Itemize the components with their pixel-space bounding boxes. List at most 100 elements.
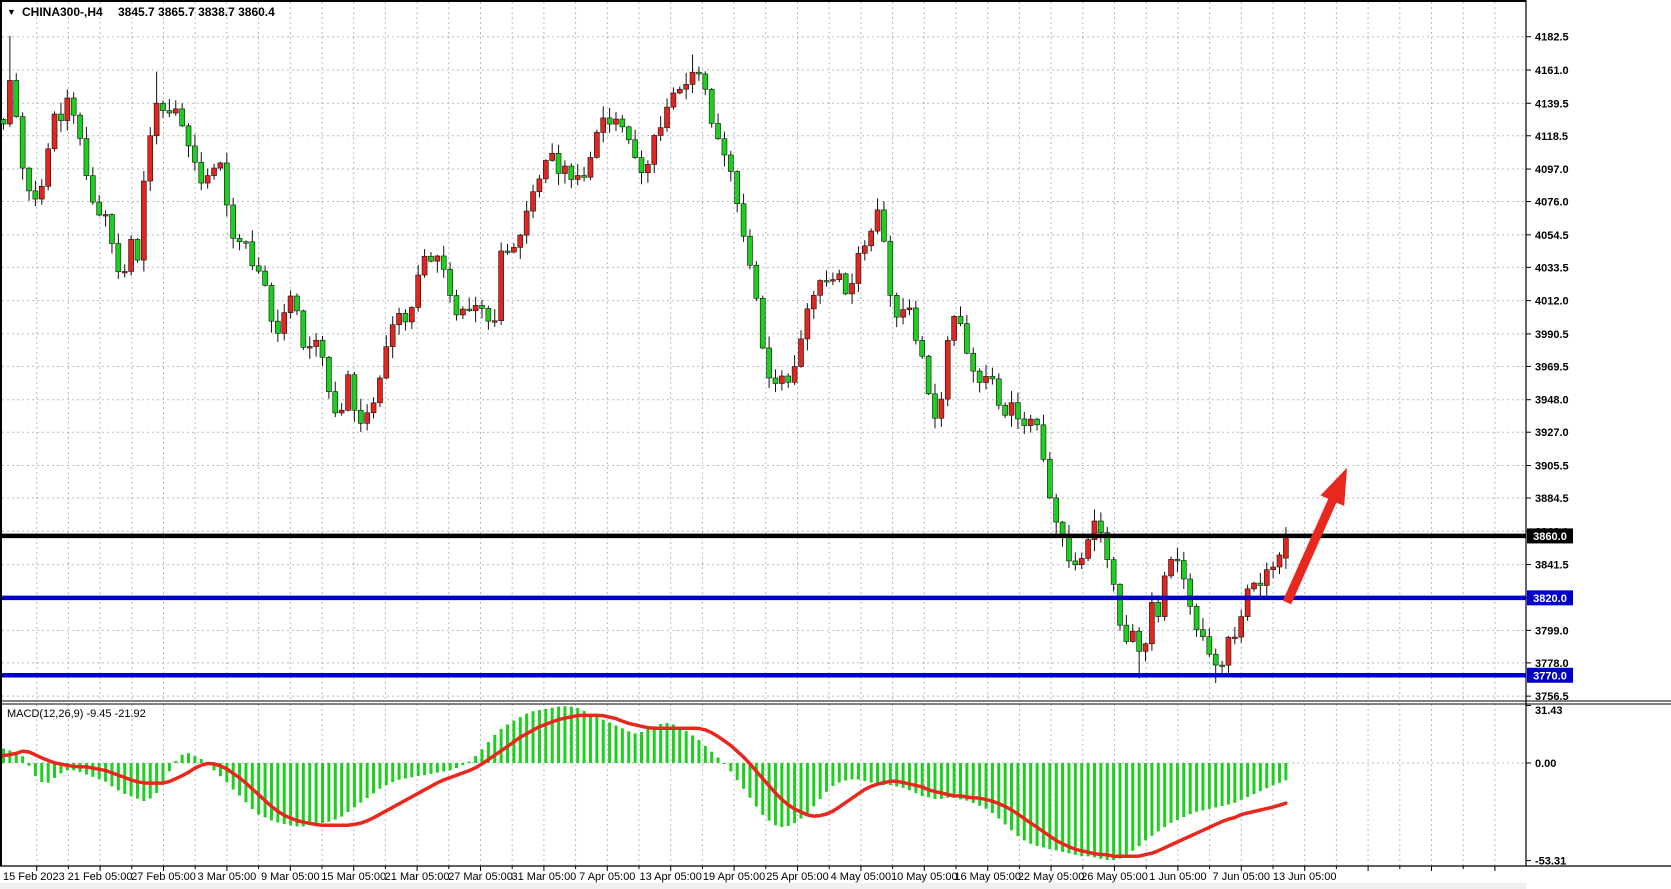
time-tick-label: 1 Jun 05:00 <box>1149 871 1207 883</box>
bear-candle-body <box>90 176 95 202</box>
macd-histogram-bar <box>257 763 260 815</box>
macd-histogram-bar <box>1214 763 1217 807</box>
bear-candle-body <box>977 371 982 382</box>
macd-histogram-bar <box>1131 763 1134 851</box>
bear-candle-body <box>1066 537 1071 561</box>
bear-candle-body <box>709 89 714 123</box>
macd-histogram-bar <box>640 732 643 763</box>
macd-histogram-bar <box>410 763 413 777</box>
bull-candle-body <box>339 410 344 413</box>
bull-candle-body <box>282 313 287 334</box>
macd-histogram-bar <box>717 758 720 763</box>
macd-histogram-bar <box>468 762 471 763</box>
bull-candle-body <box>531 192 536 211</box>
bull-candle-body <box>805 309 810 339</box>
time-tick-label: 22 May 05:00 <box>1018 871 1085 883</box>
macd-histogram-bar <box>914 763 917 793</box>
bear-candle-body <box>1073 561 1078 565</box>
macd-histogram-bar <box>149 763 152 799</box>
bull-candle-body <box>1245 589 1250 617</box>
macd-histogram-bar <box>404 763 407 778</box>
bear-candle-body <box>1137 631 1142 651</box>
bear-candle-body <box>1213 654 1218 665</box>
bear-candle-body <box>1220 665 1225 667</box>
macd-histogram-bar <box>1029 763 1032 844</box>
bull-candle-body <box>307 347 312 349</box>
time-tick-label: 7 Jun 05:00 <box>1213 871 1271 883</box>
macd-histogram-bar <box>780 763 783 827</box>
bear-candle-body <box>358 410 363 423</box>
macd-histogram-bar <box>417 763 420 776</box>
macd-histogram-bar <box>608 723 611 763</box>
time-tick-label: 25 Apr 05:00 <box>766 871 828 883</box>
bear-candle-body <box>275 321 280 333</box>
macd-histogram-bar <box>876 763 879 784</box>
time-tick-label: 9 Mar 05:00 <box>261 871 320 883</box>
bull-candle-body <box>875 210 880 231</box>
price-tick-label: 3948.0 <box>1535 395 1569 407</box>
time-tick-label: 7 Apr 05:00 <box>579 871 635 883</box>
bull-candle-body <box>1086 540 1091 559</box>
bull-candle-body <box>473 305 478 310</box>
bear-candle-body <box>722 139 727 155</box>
price-tick-label: 4118.5 <box>1535 131 1568 143</box>
macd-histogram-bar <box>461 763 464 765</box>
bear-candle-body <box>27 168 32 191</box>
macd-histogram-bar <box>793 763 796 823</box>
macd-histogram-bar <box>812 763 815 806</box>
bull-candle-body <box>665 107 670 128</box>
bear-candle-body <box>1156 602 1161 616</box>
bull-candle-body <box>537 179 542 192</box>
bear-candle-body <box>735 171 740 203</box>
bear-candle-body <box>1258 583 1263 585</box>
bear-candle-body <box>454 296 459 315</box>
macd-histogram-bar <box>28 763 31 766</box>
bull-candle-body <box>1130 631 1135 641</box>
macd-histogram-bar <box>563 706 566 763</box>
macd-histogram-bar <box>1233 763 1236 803</box>
macd-histogram-bar <box>21 756 24 763</box>
bear-candle-body <box>135 239 140 260</box>
macd-histogram-bar <box>1208 763 1211 809</box>
bear-candle-body <box>620 119 625 127</box>
bull-candle-body <box>371 403 376 413</box>
bull-candle-body <box>1169 559 1174 576</box>
bull-candle-body <box>365 413 370 424</box>
bull-candle-body <box>148 136 153 181</box>
macd-histogram-bar <box>162 763 165 781</box>
bull-candle-body <box>837 274 842 280</box>
symbol-dropdown-icon[interactable]: ▼ <box>7 7 16 17</box>
bear-candle-body <box>881 210 886 241</box>
macd-histogram-bar <box>155 763 158 793</box>
price-tick-label: 4076.0 <box>1535 197 1569 209</box>
bottom-strip <box>0 883 1671 889</box>
bull-candle-body <box>141 181 146 260</box>
bull-candle-body <box>377 378 382 403</box>
macd-histogram-bar <box>391 763 394 782</box>
bull-candle-body <box>52 114 57 149</box>
bull-candle-body <box>397 313 402 324</box>
bear-candle-body <box>84 138 89 175</box>
chart-canvas[interactable]: 4182.54161.04139.54118.54097.04076.04054… <box>0 0 1671 889</box>
bull-candle-body <box>550 153 555 160</box>
bull-candle-body <box>288 296 293 313</box>
bear-candle-body <box>747 236 752 265</box>
bull-candle-body <box>652 135 657 164</box>
macd-histogram-bar <box>997 763 1000 819</box>
macd-histogram-bar <box>627 731 630 763</box>
bear-candle-body <box>326 357 331 391</box>
macd-histogram-bar <box>321 763 324 823</box>
bull-candle-body <box>945 340 950 399</box>
bull-candle-body <box>154 103 159 136</box>
bull-candle-body <box>511 247 516 252</box>
time-tick-label: 10 May 05:00 <box>891 871 958 883</box>
bear-candle-body <box>1003 405 1008 415</box>
macd-histogram-bar <box>264 763 267 817</box>
bull-candle-body <box>39 186 44 199</box>
macd-histogram-bar <box>187 753 190 763</box>
macd-histogram-bar <box>372 763 375 793</box>
bear-candle-body <box>33 191 38 199</box>
bear-candle-body <box>1054 498 1059 522</box>
macd-histogram-bar <box>455 763 458 768</box>
macd-histogram-bar <box>1284 763 1287 780</box>
